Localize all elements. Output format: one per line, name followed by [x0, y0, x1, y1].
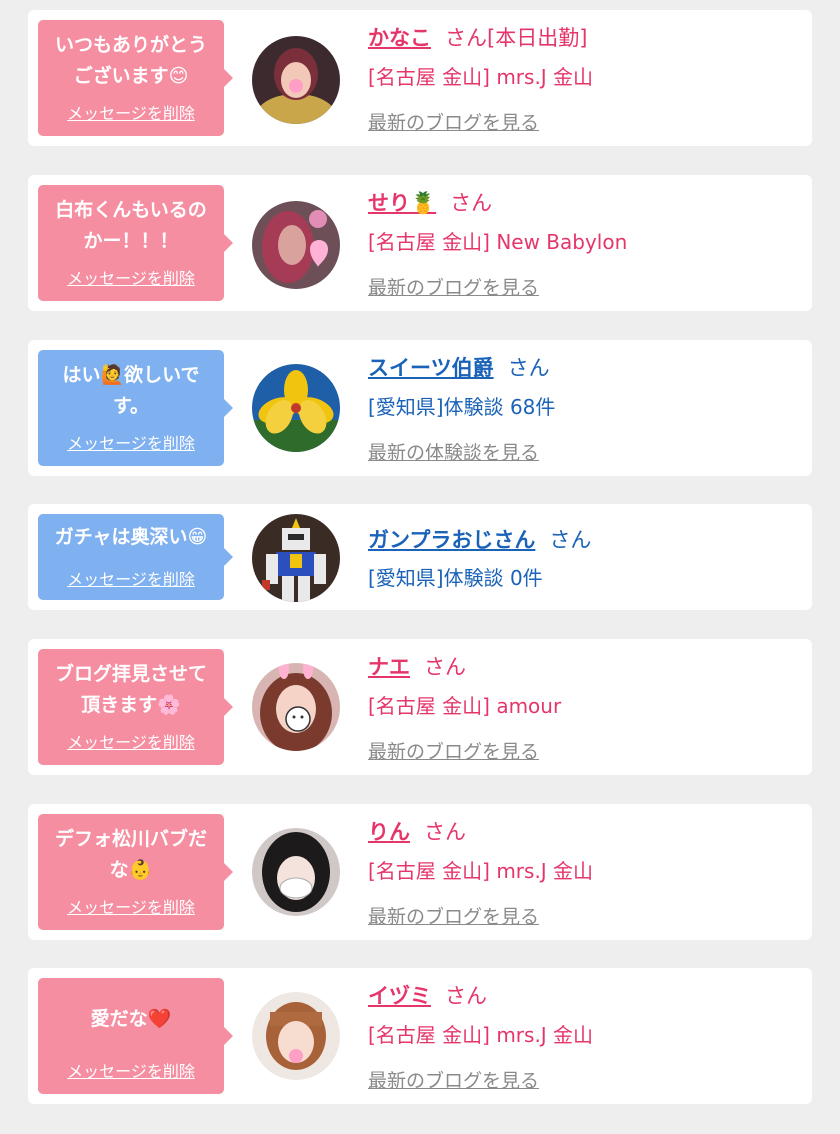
honorific: さん	[424, 655, 466, 679]
latest-review-link[interactable]: 最新の体験談を見る	[368, 438, 539, 465]
message-bubble: ガチャは奥深い😁 メッセージを削除	[38, 514, 233, 600]
profile-name-link[interactable]: ガンプラおじさん	[368, 528, 535, 552]
avatar[interactable]	[252, 364, 340, 452]
review-count: [愛知県]体験談 68件	[368, 395, 556, 419]
shop-info: [名古屋 金山] New Babylon	[368, 230, 628, 254]
profile-name-link[interactable]: かなこ	[368, 26, 431, 50]
honorific: さん	[507, 356, 550, 380]
message-card: 愛だな❤️ メッセージを削除 イヅミ さん [名古屋 金山] mrs.J 金山 最…	[28, 968, 812, 1104]
profile-info: せり🍍 さん [名古屋 金山] New Babylon 最新のブログを見る	[368, 175, 802, 311]
shop-info: [名古屋 金山] mrs.J 金山	[368, 859, 594, 883]
profile-info: かなこ さん[本日出勤] [名古屋 金山] mrs.J 金山 最新のブログを見る	[368, 10, 802, 146]
delete-message-link[interactable]: メッセージを削除	[38, 430, 224, 454]
delete-message-link[interactable]: メッセージを削除	[38, 729, 224, 753]
avatar[interactable]	[252, 201, 340, 289]
latest-blog-link[interactable]: 最新のブログを見る	[368, 108, 539, 135]
profile-name-link[interactable]: スイーツ伯爵	[368, 356, 494, 380]
avatar[interactable]	[252, 514, 340, 602]
latest-blog-link[interactable]: 最新のブログを見る	[368, 1066, 539, 1093]
profile-info: スイーツ伯爵 さん [愛知県]体験談 68件 最新の体験談を見る	[368, 340, 802, 476]
message-bubble: 白布くんもいるの かー！！！ メッセージを削除	[38, 185, 233, 301]
honorific: さん	[445, 984, 487, 1008]
honorific: さん	[549, 528, 592, 552]
message-card: ガチャは奥深い😁 メッセージを削除 ガンプラおじさん さん [愛知県]体験談 0…	[28, 504, 812, 610]
latest-blog-link[interactable]: 最新のブログを見る	[368, 273, 539, 300]
profile-info: ガンプラおじさん さん [愛知県]体験談 0件	[368, 504, 802, 610]
delete-message-link[interactable]: メッセージを削除	[38, 100, 224, 124]
delete-message-link[interactable]: メッセージを削除	[38, 894, 224, 918]
message-text: デフォ松川バブだ な👶	[54, 828, 207, 881]
message-text: いつもありがとう ございます😊	[54, 34, 207, 87]
avatar[interactable]	[252, 992, 340, 1080]
message-text: ガチャは奥深い😁	[54, 526, 208, 548]
message-text: 白布くんもいるの かー！！！	[55, 199, 207, 252]
profile-name-link[interactable]: イヅミ	[368, 984, 431, 1008]
profile-name-link[interactable]: りん	[368, 820, 410, 844]
review-count: [愛知県]体験談 0件	[368, 566, 543, 590]
shop-info: [名古屋 金山] amour	[368, 694, 562, 718]
avatar[interactable]	[252, 828, 340, 916]
message-card: ブログ拝見させて 頂きます🌸 メッセージを削除 ナエ さん [名古屋 金山] am…	[28, 639, 812, 775]
delete-message-link[interactable]: メッセージを削除	[38, 566, 224, 590]
profile-info: りん さん [名古屋 金山] mrs.J 金山 最新のブログを見る	[368, 804, 802, 940]
profile-info: ナエ さん [名古屋 金山] amour 最新のブログを見る	[368, 639, 802, 775]
honorific: さん[本日出勤]	[445, 26, 588, 50]
message-card: はい🙋欲しいで す。 メッセージを削除 スイーツ伯爵 さん [愛知県]体験談 6…	[28, 340, 812, 476]
message-card: いつもありがとう ございます😊 メッセージを削除 かなこ さん[本日出勤] [名古…	[28, 10, 812, 146]
message-card: 白布くんもいるの かー！！！ メッセージを削除 せり🍍 さん [名古屋 金山] N…	[28, 175, 812, 311]
message-bubble: 愛だな❤️ メッセージを削除	[38, 978, 233, 1094]
message-bubble: デフォ松川バブだ な👶 メッセージを削除	[38, 814, 233, 930]
latest-blog-link[interactable]: 最新のブログを見る	[368, 737, 539, 764]
honorific: さん	[450, 191, 493, 215]
message-text: はい🙋欲しいで す。	[62, 364, 200, 417]
honorific: さん	[424, 820, 466, 844]
delete-message-link[interactable]: メッセージを削除	[38, 1058, 224, 1082]
message-list: いつもありがとう ございます😊 メッセージを削除 かなこ さん[本日出勤] [名古…	[0, 0, 840, 1134]
message-card: デフォ松川バブだ な👶 メッセージを削除 りん さん [名古屋 金山] mrs.J…	[28, 804, 812, 940]
message-bubble: いつもありがとう ございます😊 メッセージを削除	[38, 20, 233, 136]
profile-name-link[interactable]: せり🍍	[368, 191, 436, 215]
shop-info: [名古屋 金山] mrs.J 金山	[368, 65, 594, 89]
profile-name-link[interactable]: ナエ	[368, 655, 410, 679]
message-bubble: はい🙋欲しいで す。 メッセージを削除	[38, 350, 233, 466]
message-text: ブログ拝見させて 頂きます🌸	[54, 663, 207, 716]
avatar[interactable]	[252, 663, 340, 751]
shop-info: [名古屋 金山] mrs.J 金山	[368, 1023, 594, 1047]
latest-blog-link[interactable]: 最新のブログを見る	[368, 902, 539, 929]
message-text: 愛だな❤️	[90, 1008, 172, 1030]
delete-message-link[interactable]: メッセージを削除	[38, 265, 224, 289]
message-bubble: ブログ拝見させて 頂きます🌸 メッセージを削除	[38, 649, 233, 765]
avatar[interactable]	[252, 36, 340, 124]
profile-info: イヅミ さん [名古屋 金山] mrs.J 金山 最新のブログを見る	[368, 968, 802, 1104]
